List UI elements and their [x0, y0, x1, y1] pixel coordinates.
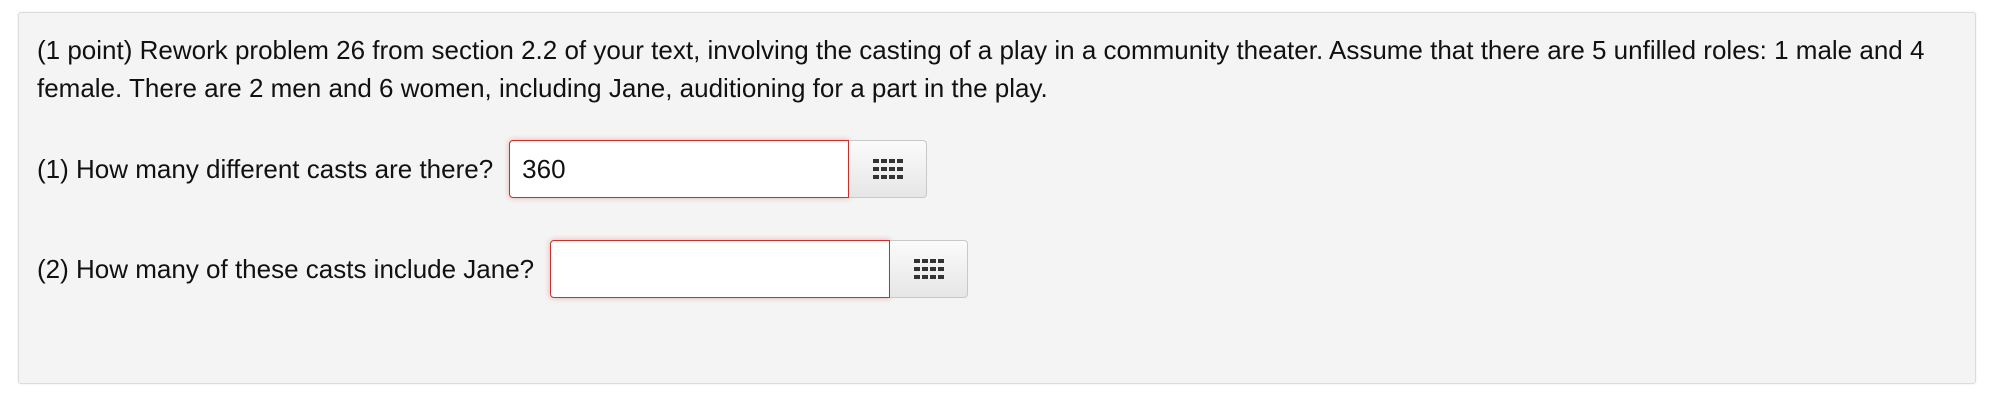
question-1-row: (1) How many different casts are there?	[37, 139, 928, 199]
problem-statement: (1 point) Rework problem 26 from section…	[37, 35, 1925, 103]
question-1-answer-input[interactable]	[509, 140, 850, 198]
question-1-label: (1) How many different casts are there?	[37, 154, 494, 184]
question-1-keypad-button[interactable]	[849, 140, 928, 198]
question-2-answer-group	[550, 240, 969, 298]
keypad-grid-icon	[913, 259, 944, 279]
keypad-grid-icon	[872, 159, 903, 179]
question-2-label: (2) How many of these casts include Jane…	[37, 254, 535, 284]
question-2-row: (2) How many of these casts include Jane…	[37, 239, 969, 299]
question-2-answer-input[interactable]	[550, 240, 891, 298]
question-2-keypad-button[interactable]	[890, 240, 969, 298]
problem-panel: (1 point) Rework problem 26 from section…	[18, 12, 1976, 384]
question-1-answer-group	[509, 140, 928, 198]
